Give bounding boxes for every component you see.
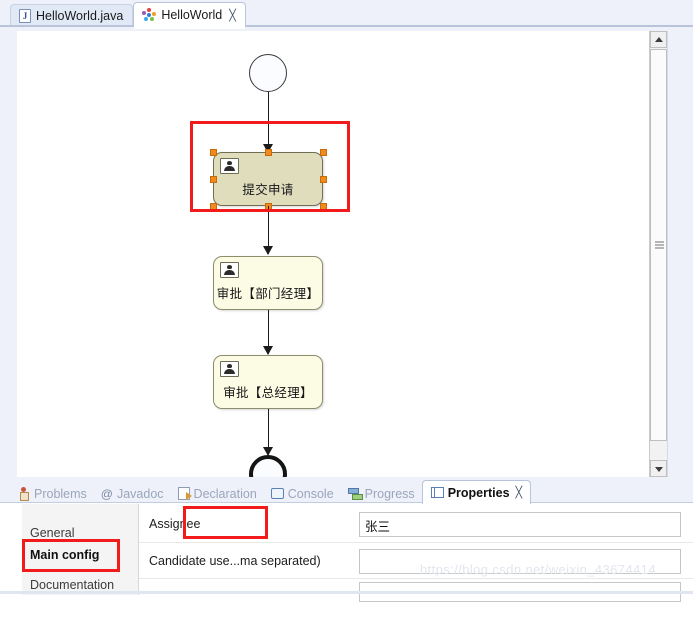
editor-tab-helloworld-java[interactable]: J HelloWorld.java: [10, 4, 134, 27]
tab-console[interactable]: Console: [264, 483, 341, 504]
bpmn-canvas[interactable]: 提交申请 审批【部门经理】 审批【总经理】: [17, 31, 649, 477]
diagram-editor: 提交申请 审批【部门经理】 审批【总经理】: [0, 27, 693, 478]
editor-tab-strip: J HelloWorld.java HelloWorld ╳: [10, 2, 246, 29]
editor-tab-label: HelloWorld.java: [36, 9, 124, 23]
end-event-node[interactable]: [249, 455, 287, 477]
editor-tab-helloworld-diagram[interactable]: HelloWorld ╳: [133, 2, 246, 29]
problems-icon: [17, 487, 30, 501]
canvas-vertical-scrollbar[interactable]: [649, 31, 667, 477]
scroll-down-arrow-icon[interactable]: [650, 460, 667, 477]
tab-problems[interactable]: Problems: [10, 483, 94, 504]
task-label: 审批【部门经理】: [216, 286, 320, 301]
tab-properties[interactable]: Properties ╳: [421, 480, 532, 504]
eclipse-workbench-window: J HelloWorld.java HelloWorld ╳ 提交申请 审批【部…: [0, 0, 693, 602]
view-tab-label: Progress: [364, 486, 415, 501]
watermark-text: https://blog.csdn.net/weixin_43674414: [420, 562, 656, 577]
diagram-canvas-frame: 提交申请 审批【部门经理】 审批【总经理】: [17, 31, 668, 478]
scroll-up-arrow-icon[interactable]: [650, 31, 667, 48]
form-divider: [139, 578, 693, 579]
view-tab-label: Properties: [447, 485, 510, 500]
annotation-rect-assignee-value: [183, 506, 268, 539]
task-node-general-manager-approval[interactable]: 审批【总经理】: [213, 355, 323, 409]
javadoc-at-icon: @: [100, 486, 113, 501]
user-task-icon: [220, 262, 239, 278]
vertical-scrollbar-thumb[interactable]: [650, 49, 667, 441]
tab-javadoc[interactable]: @ Javadoc: [94, 483, 171, 504]
user-task-icon: [220, 361, 239, 377]
close-icon[interactable]: ╳: [229, 10, 236, 21]
console-icon: [270, 488, 284, 499]
form-divider: [139, 542, 693, 543]
annotation-rect-selected-task: [190, 121, 350, 212]
properties-view: General Main config Documentation Assign…: [0, 503, 693, 602]
sequence-flow-2-arrow: [262, 246, 273, 255]
task-label: 审批【总经理】: [223, 385, 313, 400]
properties-section-documentation[interactable]: Documentation: [22, 570, 138, 600]
sequence-flow-3-arrow: [262, 346, 273, 355]
task-node-dept-manager-approval[interactable]: 审批【部门经理】: [213, 256, 323, 310]
java-file-icon: J: [19, 9, 31, 23]
form-row-next: [139, 582, 693, 620]
editor-tab-label: HelloWorld: [161, 8, 223, 22]
scrollbar-grip-icon: [655, 241, 664, 249]
progress-icon: [347, 488, 363, 500]
annotation-rect-main-config: [22, 539, 120, 572]
tab-declaration[interactable]: Declaration: [171, 483, 264, 504]
tab-progress[interactable]: Progress: [341, 483, 422, 504]
close-icon[interactable]: ╳: [516, 487, 523, 498]
declaration-icon: [177, 487, 192, 500]
editor-tab-bar: J HelloWorld.java HelloWorld ╳: [0, 0, 693, 29]
assignee-input[interactable]: 张三: [359, 512, 681, 537]
view-tab-label: Declaration: [193, 486, 257, 501]
view-tab-label: Console: [287, 486, 334, 501]
view-tab-strip: Problems @ Javadoc Declaration Console P…: [10, 480, 532, 504]
properties-icon: [430, 487, 444, 498]
candidate-users-label: Candidate use...ma separated): [149, 554, 321, 568]
view-tab-label: Problems: [34, 486, 87, 501]
start-event-node[interactable]: [249, 54, 287, 92]
activiti-diagram-icon: [142, 8, 157, 22]
view-tab-label: Javadoc: [116, 486, 164, 501]
